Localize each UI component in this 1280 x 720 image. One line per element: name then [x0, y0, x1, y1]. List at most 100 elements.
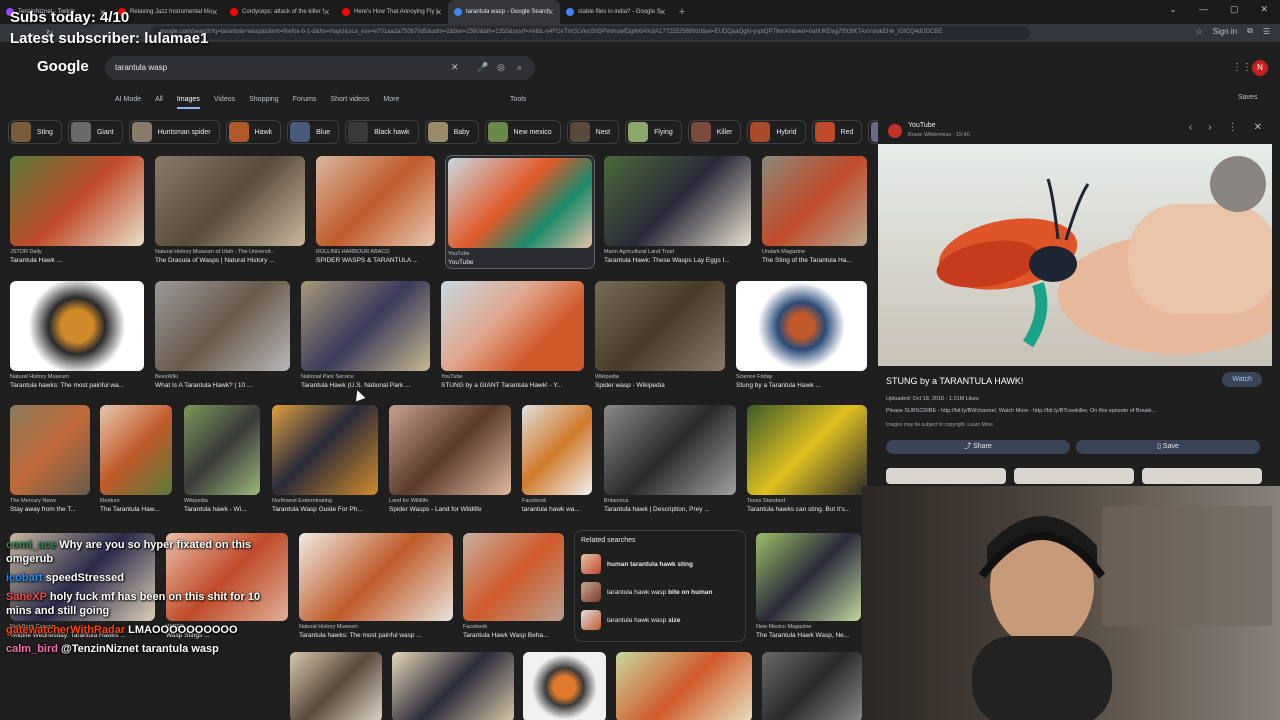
image-result[interactable]: Northwest Exterminating Tarantula Wasp Gu… — [272, 405, 378, 513]
close-icon[interactable]: ✕ — [1260, 4, 1268, 15]
tab-shopping[interactable]: Shopping — [249, 96, 279, 109]
result-source[interactable]: BeesWiki — [155, 374, 290, 380]
result-caption[interactable]: Tarantula Hawk (U.S. National Park ... — [301, 382, 430, 389]
chip-huntsman-spider[interactable]: Huntsman spider — [128, 120, 220, 144]
tab-videos[interactable]: Videos — [214, 96, 235, 109]
tab-forums[interactable]: Forums — [293, 96, 317, 109]
related-thumbnail[interactable] — [1014, 468, 1134, 484]
result-thumbnail[interactable] — [747, 405, 867, 495]
result-source[interactable]: Wikipedia — [595, 374, 725, 380]
maximize-icon[interactable]: ▢ — [1230, 4, 1239, 15]
result-thumbnail[interactable] — [100, 405, 172, 495]
save-button[interactable]: ▯ Save — [1076, 440, 1260, 454]
result-thumbnail[interactable] — [272, 405, 378, 495]
new-tab-button[interactable]: + — [672, 6, 692, 18]
saves-button[interactable]: Saves — [1238, 94, 1257, 101]
panel-source[interactable]: YouTube — [908, 122, 936, 129]
image-result[interactable]: Science Friday Stung by a Tarantula Hawk … — [736, 281, 867, 389]
result-caption[interactable]: STUNG by a GIANT Tarantula Hawk! - Y... — [441, 382, 584, 389]
chip-red[interactable]: Red — [811, 120, 863, 144]
result-thumbnail[interactable] — [316, 156, 435, 246]
image-result[interactable]: Natural History Museum Tarantula hawks: T… — [10, 281, 144, 389]
image-result[interactable]: Undark Magazine The Sting of the Tarantul… — [762, 156, 867, 264]
google-logo[interactable]: Google — [37, 58, 89, 75]
image-result[interactable]: Facebook tarantula hawk wa... — [522, 405, 592, 513]
result-thumbnail[interactable] — [448, 158, 592, 248]
share-button[interactable]: ⤴ Share — [886, 440, 1070, 454]
image-result[interactable]: Wikipedia Tarantula hawk - Wi... — [184, 405, 260, 513]
star-icon[interactable]: ☆ — [1195, 27, 1202, 36]
image-result[interactable] — [616, 652, 752, 720]
result-caption[interactable]: The Tarantula Haw... — [100, 506, 172, 513]
result-thumbnail[interactable] — [463, 533, 564, 621]
image-result[interactable]: ROLLING HARBOUR ABACO SPIDER WASPS & TARA… — [316, 156, 435, 264]
result-thumbnail[interactable] — [756, 533, 861, 621]
result-thumbnail[interactable] — [736, 281, 867, 371]
result-source[interactable]: Northwest Exterminating — [272, 498, 378, 504]
result-thumbnail[interactable] — [604, 405, 736, 495]
result-caption[interactable]: Tarantula hawks: The most painful wasp .… — [299, 632, 453, 639]
close-tab-icon[interactable]: ✕ — [323, 8, 330, 17]
image-result[interactable]: National Park Service Tarantula Hawk (U.S… — [301, 281, 430, 389]
chip-new-mexico[interactable]: New mexico — [484, 120, 561, 144]
sign-in-button[interactable]: Sign in — [1213, 27, 1237, 36]
tab-short-videos[interactable]: Short videos — [330, 96, 369, 109]
tab-ai-mode[interactable]: AI Mode — [115, 96, 141, 109]
result-source[interactable]: Wikipedia — [184, 498, 260, 504]
result-caption[interactable]: Tarantula hawk | Description, Prey ... — [604, 506, 736, 513]
image-result[interactable]: JSTOR Daily Tarantula Hawk ... — [10, 156, 144, 264]
close-tab-icon[interactable]: ✕ — [435, 8, 442, 17]
result-caption[interactable]: The Dracula of Wasps | Natural History .… — [155, 257, 305, 264]
result-caption[interactable]: Tarantula hawk - Wi... — [184, 506, 260, 513]
search-input[interactable]: tarantula wasp ✕ 🎤 ◎ ⌕ — [105, 56, 535, 80]
result-caption[interactable]: Spider Wasps - Land for Wildlife — [389, 506, 511, 513]
clear-icon[interactable]: ✕ — [451, 62, 459, 73]
result-thumbnail[interactable] — [10, 281, 144, 371]
close-tab-icon[interactable]: ✕ — [211, 8, 218, 17]
preview-image[interactable] — [878, 144, 1272, 366]
image-result[interactable] — [290, 652, 382, 720]
chip-sting[interactable]: Sting — [8, 120, 62, 144]
panel-title[interactable]: STUNG by a TARANTULA HAWK! — [886, 376, 1023, 386]
watch-button[interactable]: Watch — [1222, 372, 1262, 387]
result-source[interactable]: Facebook — [463, 624, 564, 630]
image-result[interactable]: Land for Wildlife Spider Wasps - Land for… — [389, 405, 511, 513]
tab-fly[interactable]: Here's How That Annoying Fly I ✕ — [336, 0, 448, 24]
image-result[interactable] — [762, 652, 862, 720]
tab-more[interactable]: More — [383, 96, 399, 109]
result-thumbnail[interactable] — [10, 156, 144, 246]
result-thumbnail[interactable] — [616, 652, 752, 720]
result-caption[interactable]: tarantula hawk wa... — [522, 506, 592, 513]
avatar[interactable]: N — [1252, 60, 1268, 76]
result-source[interactable]: The Mercury News — [10, 498, 90, 504]
tab-images[interactable]: Images — [176, 96, 200, 109]
image-result[interactable]: New Mexico Magazine The Tarantula Hawk Wa… — [756, 533, 861, 639]
result-source[interactable]: Marin Agricultural Land Trust — [604, 249, 751, 255]
image-result[interactable] — [392, 652, 514, 720]
next-icon[interactable]: › — [1208, 122, 1211, 133]
image-result[interactable]: YouTube YouTube — [445, 155, 595, 269]
result-thumbnail[interactable] — [10, 405, 90, 495]
result-source[interactable]: YouTube — [441, 374, 584, 380]
close-tab-icon[interactable]: ✕ — [547, 8, 554, 17]
image-result[interactable]: Facebook Tarantula Hawk Wasp Beha... — [463, 533, 564, 639]
result-caption[interactable]: Stung by a Tarantula Hawk ... — [736, 382, 867, 389]
close-tab-icon[interactable]: ✕ — [659, 8, 666, 17]
result-caption[interactable]: Tarantula hawks can sting. But it's... — [747, 506, 867, 513]
result-caption[interactable]: Tarantula hawks: The most painful wa... — [10, 382, 144, 389]
chip-killer[interactable]: Killer — [687, 120, 742, 144]
tab-all[interactable]: All — [155, 96, 163, 109]
related-thumbnail[interactable] — [886, 468, 1006, 484]
result-thumbnail[interactable] — [184, 405, 260, 495]
image-result[interactable]: Britannica Tarantula hawk | Description, … — [604, 405, 736, 513]
result-source[interactable]: Undark Magazine — [762, 249, 867, 255]
chip-blue[interactable]: Blue — [287, 120, 340, 144]
result-source[interactable]: ROLLING HARBOUR ABACO — [316, 249, 435, 255]
tools-button[interactable]: Tools — [510, 96, 526, 103]
lens-icon[interactable]: ◎ — [497, 62, 505, 73]
image-result[interactable]: Natural History Museum of Utah - The Uni… — [155, 156, 305, 264]
tab-tarantula-wasp[interactable]: tarantula wasp - Google Search ✕ — [448, 0, 560, 24]
result-thumbnail[interactable] — [392, 652, 514, 720]
result-thumbnail[interactable] — [604, 156, 751, 246]
result-source[interactable]: Natural History Museum — [299, 624, 453, 630]
